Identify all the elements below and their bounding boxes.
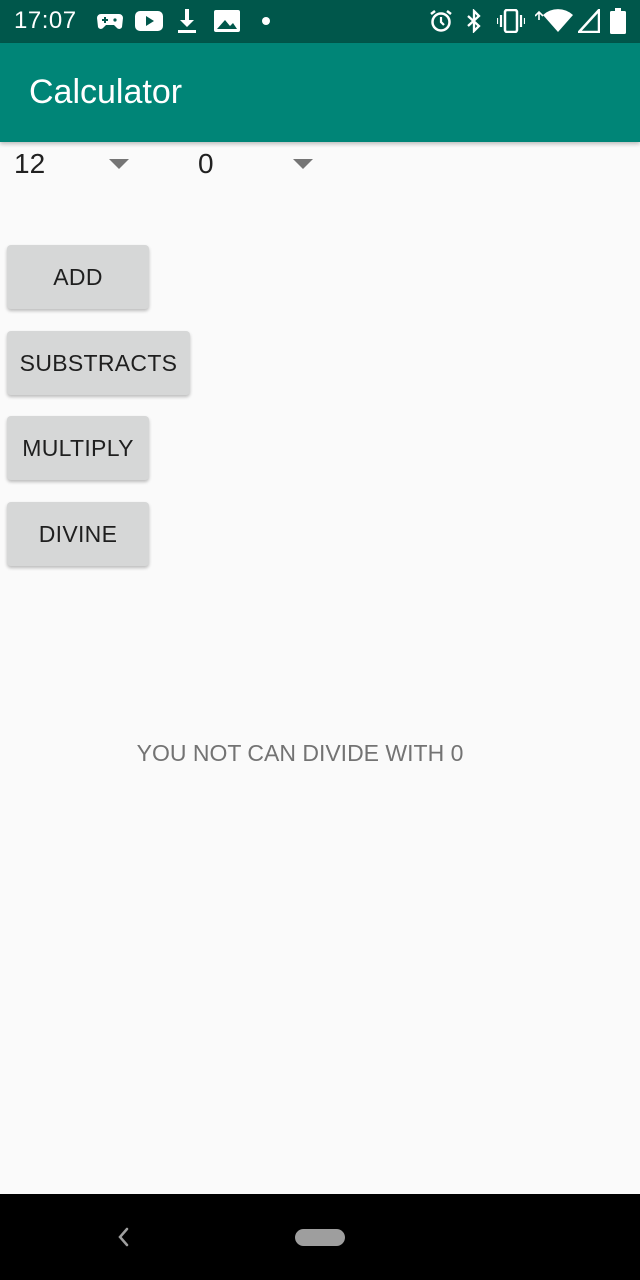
image-icon [214,9,240,33]
battery-icon [610,8,626,34]
dropdown-arrow-icon [293,159,313,169]
download-icon [177,9,197,33]
second-number-value: 0 [198,148,214,179]
app-bar: Calculator [0,43,640,142]
divide-button[interactable]: DIVINE [7,502,149,566]
status-time: 17:07 [14,7,77,34]
calculator-screen: 17:07 Calculator 12 0 ADD SUBSTRACTS MUL… [0,0,640,1280]
wifi-icon [535,9,575,33]
subtract-button[interactable]: SUBSTRACTS [7,331,190,395]
back-icon[interactable] [114,1222,132,1257]
gamepad-icon [97,9,123,33]
multiply-button[interactable]: MULTIPLY [7,416,149,480]
dot-icon [261,9,271,33]
second-number-spinner[interactable]: 0 [198,142,368,188]
app-title: Calculator [29,73,183,111]
first-number-value: 12 [14,148,46,179]
alarm-icon [429,9,453,33]
result-text: YOU NOT CAN DIVIDE WITH 0 [136,740,464,766]
signal-icon [578,9,600,33]
add-button[interactable]: ADD [7,245,149,309]
bluetooth-icon [465,9,483,33]
youtube-icon [135,9,163,33]
home-pill-icon[interactable] [295,1229,345,1246]
vibrate-icon [497,9,525,33]
first-number-spinner[interactable]: 12 [14,142,184,188]
status-bar: 17:07 [0,0,640,43]
dropdown-arrow-icon [109,159,129,169]
